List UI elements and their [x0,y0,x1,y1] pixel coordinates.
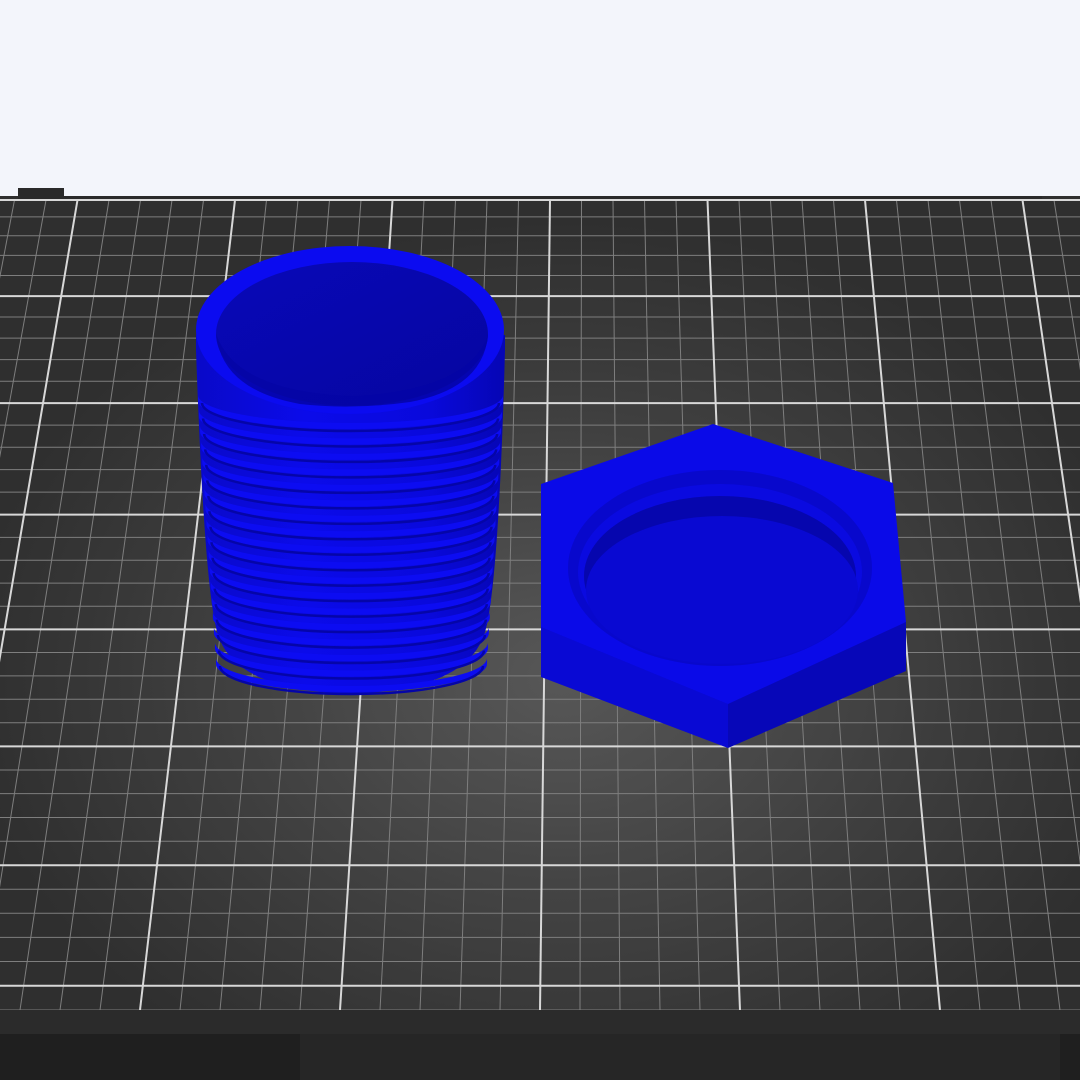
bed-front-edge [0,1010,1080,1034]
bed-base-notch [300,1034,1060,1080]
scene-canvas[interactable] [0,0,1080,1080]
bed-surface [0,196,1080,1026]
threaded-container[interactable] [196,246,505,696]
bed-back-edge [18,188,1042,200]
3d-viewport[interactable] [0,0,1080,1080]
lid-recess-floor [586,516,858,664]
print-bed [0,188,1080,1080]
